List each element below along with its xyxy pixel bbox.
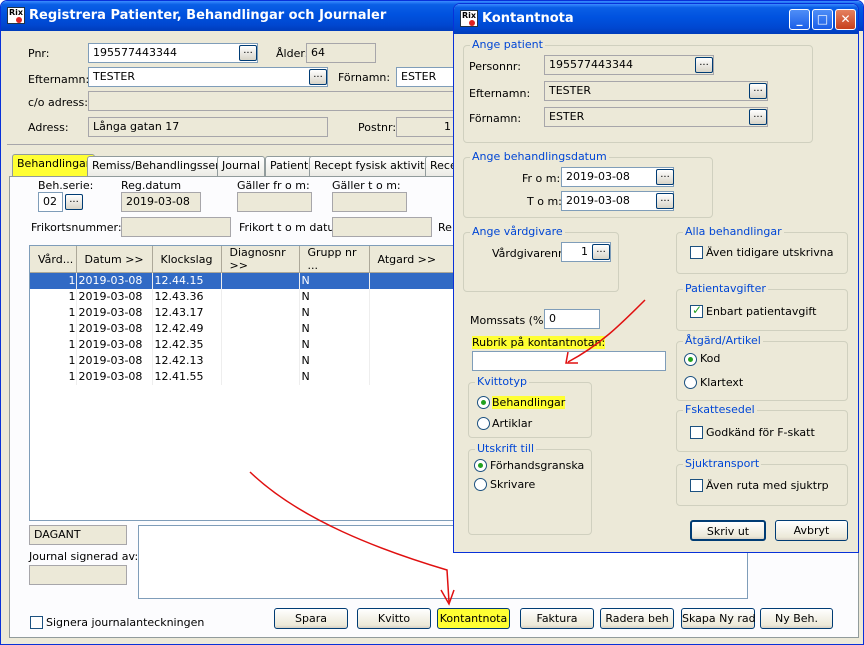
annotation-arrow-to-rubrik	[567, 299, 646, 363]
annotation-arrowhead-kontantnota	[440, 589, 455, 606]
annotation-arrow-to-kontantnota	[249, 471, 450, 603]
annotation-overlay	[249, 299, 646, 606]
